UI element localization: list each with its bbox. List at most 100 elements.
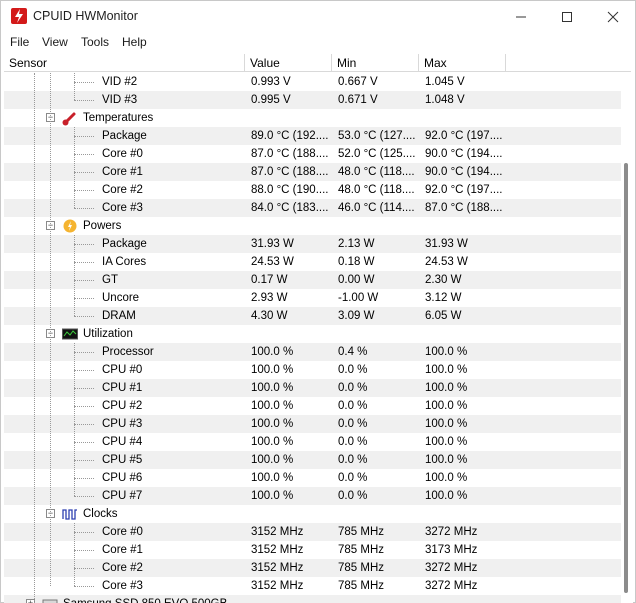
- menu-bar: File View Tools Help: [1, 32, 635, 52]
- menu-help[interactable]: Help: [122, 35, 147, 49]
- sensor-value: 3152 MHz: [251, 580, 304, 592]
- vertical-scrollbar[interactable]: [621, 73, 633, 603]
- sensor-value: 100.0 %: [251, 364, 294, 376]
- sensor-max: 3272 MHz: [425, 562, 478, 574]
- sensor-min: 53.0 °C (127....: [338, 130, 416, 142]
- sensor-row[interactable]: Uncore 2.93 W -1.00 W 3.12 W: [4, 289, 621, 307]
- sensor-row[interactable]: VID #3 0.995 V 0.671 V 1.048 V: [4, 91, 621, 109]
- sensor-value: 0.17 W: [251, 274, 288, 286]
- sensor-row[interactable]: CPU #2 100.0 % 0.0 % 100.0 %: [4, 397, 621, 415]
- sensor-row[interactable]: CPU #0 100.0 % 0.0 % 100.0 %: [4, 361, 621, 379]
- tree-connector: [74, 478, 94, 479]
- maximize-button[interactable]: [544, 1, 590, 32]
- tree-connector: [74, 262, 94, 263]
- sensor-name: Package: [102, 130, 147, 142]
- sensor-name: Core #3: [102, 580, 143, 592]
- sensor-max: 100.0 %: [425, 346, 468, 358]
- sensor-name: VID #2: [102, 76, 138, 88]
- sensor-tree[interactable]: VID #2 0.993 V 0.667 V 1.045 V VID #3 0.995 V…: [4, 73, 621, 603]
- menu-tools[interactable]: Tools: [81, 35, 109, 49]
- sensor-row[interactable]: IA Cores 24.53 W 0.18 W 24.53 W: [4, 253, 621, 271]
- sensor-row[interactable]: CPU #4 100.0 % 0.0 % 100.0 %: [4, 433, 621, 451]
- sensor-row[interactable]: CPU #7 100.0 % 0.0 % 100.0 %: [4, 487, 621, 505]
- sensor-max: 2.30 W: [425, 274, 462, 286]
- close-icon: [607, 11, 619, 22]
- sensor-row[interactable]: Core #3 84.0 °C (183.... 46.0 °C (114.... 8…: [4, 199, 621, 217]
- tree-connector: [74, 100, 94, 101]
- sensor-row[interactable]: VID #2 0.993 V 0.667 V 1.045 V: [4, 73, 621, 91]
- maximize-icon: [562, 11, 572, 22]
- sensor-row[interactable]: GT 0.17 W 0.00 W 2.30 W: [4, 271, 621, 289]
- column-sensor[interactable]: Sensor: [4, 54, 245, 72]
- sensor-max: 1.048 V: [425, 94, 465, 106]
- sensor-value: 87.0 °C (188....: [251, 166, 329, 178]
- sensor-name: CPU #4: [102, 436, 143, 448]
- sensor-name: CPU #3: [102, 418, 143, 430]
- sensor-name: CPU #1: [102, 382, 143, 394]
- minimize-button[interactable]: [498, 1, 544, 32]
- sensor-max: 90.0 °C (194....: [425, 148, 503, 160]
- sensor-row[interactable]: DRAM 4.30 W 3.09 W 6.05 W: [4, 307, 621, 325]
- sensor-row[interactable]: Package 31.93 W 2.13 W 31.93 W: [4, 235, 621, 253]
- sensor-row[interactable]: Processor 100.0 % 0.4 % 100.0 %: [4, 343, 621, 361]
- menu-file[interactable]: File: [10, 35, 29, 49]
- clock-wave-icon: [62, 506, 78, 522]
- sensor-row[interactable]: CPU #3 100.0 % 0.0 % 100.0 %: [4, 415, 621, 433]
- sensor-min: 46.0 °C (114....: [338, 202, 415, 214]
- window-title: CPUID HWMonitor: [33, 9, 138, 23]
- sensor-min: 2.13 W: [338, 238, 375, 250]
- close-button[interactable]: [590, 1, 636, 32]
- tree-guide: [74, 523, 75, 586]
- sensor-group-clocks[interactable]: − Clocks: [4, 505, 621, 523]
- sensor-min: 0.0 %: [338, 382, 368, 394]
- sensor-value: 4.30 W: [251, 310, 288, 322]
- sensor-row[interactable]: CPU #6 100.0 % 0.0 % 100.0 %: [4, 469, 621, 487]
- sensor-name: Core #2: [102, 562, 143, 574]
- sensor-row[interactable]: Package 89.0 °C (192.... 53.0 °C (127.... 9…: [4, 127, 621, 145]
- sensor-value: 3152 MHz: [251, 544, 304, 556]
- sensor-group-powers[interactable]: − Powers: [4, 217, 621, 235]
- sensor-max: 100.0 %: [425, 490, 468, 502]
- sensor-max: 100.0 %: [425, 382, 468, 394]
- column-min[interactable]: Min: [332, 54, 419, 72]
- column-max[interactable]: Max: [419, 54, 506, 72]
- sensor-min: 0.18 W: [338, 256, 375, 268]
- tree-connector: [74, 496, 94, 497]
- title-bar[interactable]: CPUID HWMonitor: [1, 1, 635, 32]
- sensor-row[interactable]: Core #1 3152 MHz 785 MHz 3173 MHz: [4, 541, 621, 559]
- tree-connector: [74, 154, 94, 155]
- sensor-row[interactable]: CPU #5 100.0 % 0.0 % 100.0 %: [4, 451, 621, 469]
- sensor-min: -1.00 W: [338, 292, 379, 304]
- sensor-row[interactable]: Core #2 3152 MHz 785 MHz 3272 MHz: [4, 559, 621, 577]
- sensor-name: Package: [102, 238, 147, 250]
- sensor-row[interactable]: CPU #1 100.0 % 0.0 % 100.0 %: [4, 379, 621, 397]
- tree-connector: [74, 352, 94, 353]
- sensor-row[interactable]: Core #3 3152 MHz 785 MHz 3272 MHz: [4, 577, 621, 595]
- sensor-row[interactable]: Core #0 3152 MHz 785 MHz 3272 MHz: [4, 523, 621, 541]
- tree-connector: [74, 460, 94, 461]
- tree-connector: [74, 316, 94, 317]
- device-node[interactable]: +Samsung SSD 850 EVO 500GB: [4, 595, 621, 603]
- tree-connector: [74, 532, 94, 533]
- sensor-group-utilization[interactable]: − Utilization: [4, 325, 621, 343]
- sensor-min: 0.00 W: [338, 274, 375, 286]
- sensor-row[interactable]: Core #2 88.0 °C (190.... 48.0 °C (118.... 9…: [4, 181, 621, 199]
- sensor-row[interactable]: Core #1 87.0 °C (188.... 48.0 °C (118.... 9…: [4, 163, 621, 181]
- sensor-name: CPU #6: [102, 472, 143, 484]
- sensor-value: 100.0 %: [251, 472, 294, 484]
- column-value[interactable]: Value: [245, 54, 332, 72]
- sensor-min: 785 MHz: [338, 526, 385, 538]
- sensor-min: 0.4 %: [338, 346, 368, 358]
- sensor-value: 31.93 W: [251, 238, 294, 250]
- sensor-value: 88.0 °C (190....: [251, 184, 329, 196]
- menu-view[interactable]: View: [42, 35, 68, 49]
- sensor-name: CPU #7: [102, 490, 143, 502]
- sensor-row[interactable]: Core #0 87.0 °C (188.... 52.0 °C (125.... 9…: [4, 145, 621, 163]
- sensor-min: 785 MHz: [338, 562, 385, 574]
- sensor-group-temperatures[interactable]: − Temperatures: [4, 109, 621, 127]
- tree-guide: [74, 73, 75, 100]
- sensor-value: 87.0 °C (188....: [251, 148, 329, 160]
- sensor-name: CPU #0: [102, 364, 143, 376]
- sensor-value: 84.0 °C (183....: [251, 202, 329, 214]
- scrollbar-thumb[interactable]: [624, 163, 628, 593]
